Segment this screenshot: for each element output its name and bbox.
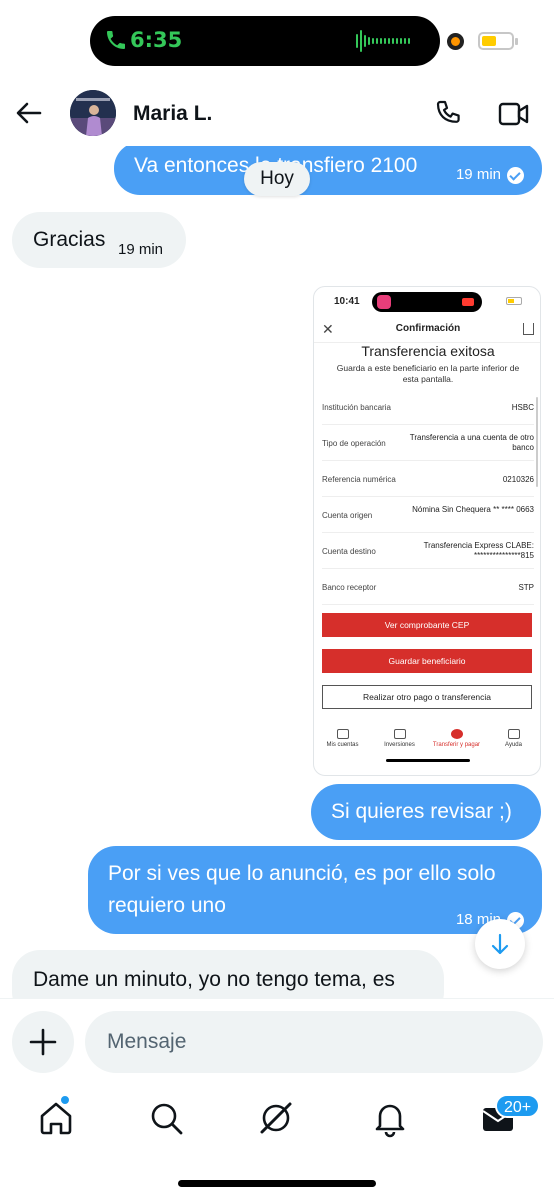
embedded-save-beneficiary-button: Guardar beneficiario xyxy=(322,649,532,673)
detail-value: 0210326 xyxy=(502,475,534,484)
message-time: 19 min xyxy=(455,166,501,183)
embedded-tab-accounts: Mis cuentas xyxy=(314,725,371,748)
help-icon xyxy=(507,729,520,739)
contact-name[interactable]: Maria L. xyxy=(133,102,212,126)
embedded-share-icon xyxy=(523,323,534,335)
detail-label: Banco receptor xyxy=(322,583,377,592)
embedded-header: ✕ Confirmación xyxy=(314,319,540,343)
wallet-icon xyxy=(336,729,349,739)
notifications-icon[interactable] xyxy=(370,1098,410,1138)
detail-value: HSBC xyxy=(511,403,534,412)
message-outgoing[interactable]: Va entonces le transfiero 2100 19 min xyxy=(114,146,542,195)
embedded-battery-icon xyxy=(506,297,522,305)
recording-indicator xyxy=(447,33,464,50)
detail-value: STP xyxy=(518,583,534,592)
embedded-other-payment-button: Realizar otro pago o transferencia xyxy=(322,685,532,709)
conversation-header: Maria L. xyxy=(0,82,554,146)
detail-label: Institución bancaria xyxy=(322,403,391,412)
read-check-icon xyxy=(507,166,524,184)
messages-badge: 20+ xyxy=(495,1094,541,1118)
battery-icon xyxy=(478,32,518,50)
chart-icon xyxy=(393,729,406,739)
scroll-to-bottom-button[interactable] xyxy=(475,919,525,969)
message-incoming[interactable]: Gracias 19 min xyxy=(12,212,186,268)
home-indicator xyxy=(178,1180,376,1187)
tab-label: Transferir y pagar xyxy=(432,742,481,748)
embedded-detail-row: Cuenta origen Nómina Sin Chequera ** ***… xyxy=(322,497,534,533)
audio-wave-icon xyxy=(356,30,410,52)
status-bar: 6:35 xyxy=(0,0,554,82)
embedded-subtitle: Guarda a este beneficiario en la parte i… xyxy=(336,363,520,384)
detail-value: Transferencia a una cuenta de otro banco xyxy=(409,433,534,452)
home-notification-dot xyxy=(60,1095,70,1105)
detail-value: Transferencia Express CLABE: ***********… xyxy=(423,541,534,560)
embedded-tab-investments: Inversiones xyxy=(371,725,428,748)
embedded-title: Transferencia exitosa xyxy=(361,343,495,359)
phone-icon[interactable] xyxy=(432,98,462,128)
message-input[interactable]: Mensaje xyxy=(85,1011,543,1073)
message-text: Gracias xyxy=(33,228,106,251)
call-icon xyxy=(107,31,125,49)
embedded-detail-row: Tipo de operación Transferencia a una cu… xyxy=(322,425,534,461)
detail-value: Nómina Sin Chequera ** **** 0663 xyxy=(412,505,534,514)
search-icon[interactable] xyxy=(146,1098,186,1138)
arrow-down-icon xyxy=(491,933,509,955)
tab-label: Inversiones xyxy=(384,742,415,748)
plus-icon xyxy=(29,1028,57,1056)
back-arrow-icon[interactable] xyxy=(14,98,44,128)
embedded-detail-row: Referencia numérica 0210326 xyxy=(322,461,534,497)
grok-icon[interactable] xyxy=(256,1098,296,1138)
message-incoming[interactable]: Dame un minuto, yo no tengo tema, es xyxy=(12,950,444,998)
date-chip: Hoy xyxy=(244,162,310,196)
detail-label: Cuenta origen xyxy=(322,511,373,520)
embedded-detail-row: Institución bancaria HSBC xyxy=(322,389,534,425)
embedded-detail-row: Banco receptor STP xyxy=(322,569,534,605)
embedded-scrollbar xyxy=(536,397,538,487)
status-time: 6:35 xyxy=(130,28,183,52)
message-meta: 19 min xyxy=(456,159,524,191)
message-time: 19 min xyxy=(118,241,164,258)
avatar[interactable] xyxy=(70,90,116,136)
image-attachment[interactable]: 10:41 ✕ Confirmación Transferencia exito… xyxy=(313,286,541,776)
add-attachment-button[interactable] xyxy=(12,1011,74,1073)
embedded-time: 10:41 xyxy=(334,296,360,307)
message-text: Si quieres revisar ;) xyxy=(331,800,512,823)
embedded-status-bar: 10:41 xyxy=(314,287,540,317)
detail-label: Tipo de operación xyxy=(322,439,386,448)
embedded-detail-row: Cuenta destino Transferencia Express CLA… xyxy=(322,533,534,569)
embedded-tab-help: Ayuda xyxy=(485,725,540,748)
message-outgoing[interactable]: Por si ves que lo anunció, es por ello s… xyxy=(88,846,542,934)
message-text: Dame un minuto, yo no tengo tema, es xyxy=(33,968,395,991)
message-composer: Mensaje xyxy=(0,998,554,1084)
home-icon[interactable] xyxy=(36,1098,76,1138)
embedded-cep-button: Ver comprobante CEP xyxy=(322,613,532,637)
embedded-dynamic-island xyxy=(372,292,482,312)
detail-label: Cuenta destino xyxy=(322,547,376,556)
dynamic-island[interactable]: 6:35 xyxy=(90,16,440,66)
embedded-home-indicator xyxy=(386,759,470,762)
transfer-icon xyxy=(450,729,463,739)
message-outgoing[interactable]: Si quieres revisar ;) xyxy=(311,784,541,840)
embedded-header-title: Confirmación xyxy=(395,323,461,334)
tab-label: Mis cuentas xyxy=(326,742,359,748)
embedded-tab-transfer: Transferir y pagar xyxy=(428,725,485,748)
video-icon[interactable] xyxy=(498,100,530,128)
message-list[interactable]: Va entonces le transfiero 2100 19 min Ho… xyxy=(0,146,554,998)
detail-label: Referencia numérica xyxy=(322,475,396,484)
tab-label: Ayuda xyxy=(505,742,522,748)
